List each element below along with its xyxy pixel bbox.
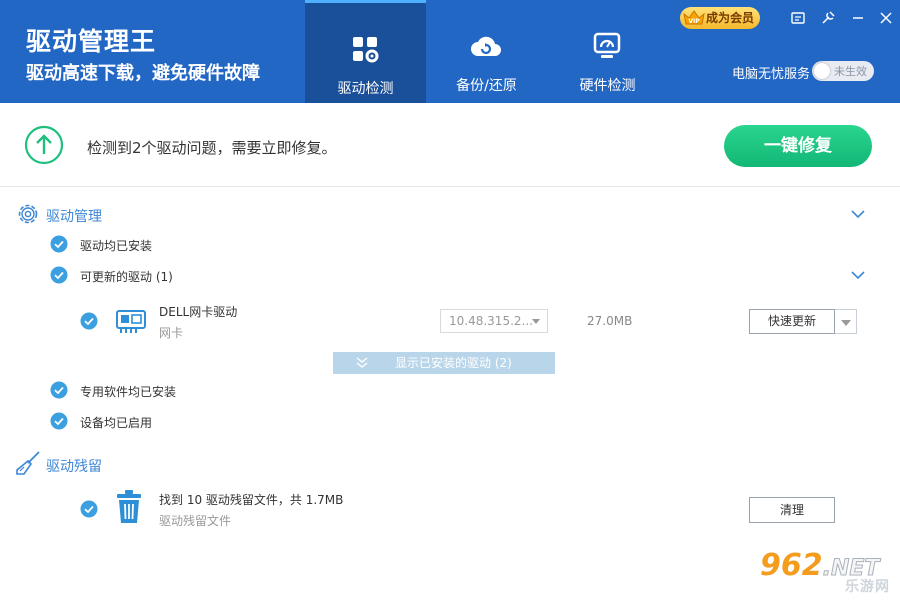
cloud-sync-icon xyxy=(471,36,501,56)
vip-badge-text: VIP xyxy=(688,18,700,25)
status-bar: 检测到2个驱动问题，需要立即修复。 一键修复 xyxy=(0,103,900,187)
vip-crown-icon: VIP xyxy=(683,10,705,25)
monitor-gauge-icon xyxy=(593,32,621,58)
watermark-sub: 乐游网 xyxy=(845,579,890,595)
chevron-down-icon[interactable] xyxy=(850,209,866,219)
devices-enabled-label: 设备均已启用 xyxy=(80,416,153,430)
vip-label: 成为会员 xyxy=(706,11,755,25)
double-chevron-down-icon xyxy=(356,357,368,368)
toggle-knob xyxy=(814,63,830,79)
all-installed-label: 驱动均已安装 xyxy=(80,239,153,253)
tab-hardware-detect[interactable]: 硬件检测 xyxy=(547,0,668,103)
check-icon xyxy=(50,235,68,253)
driver-select-checkbox[interactable] xyxy=(80,312,98,330)
check-icon xyxy=(50,412,68,430)
one-click-fix-button[interactable]: 一键修复 xyxy=(724,125,872,167)
residue-summary: 找到 10 驱动残留文件，共 1.7MB xyxy=(159,493,344,507)
watermark-digits: 962 xyxy=(760,548,823,583)
residue-select-checkbox[interactable] xyxy=(80,500,98,518)
section-title-residue: 驱动残留 xyxy=(46,459,102,475)
updatable-label: 可更新的驱动 (1) xyxy=(80,270,173,284)
watermark-logo: 962.NET 乐游网 xyxy=(760,548,896,595)
update-options-dropdown[interactable] xyxy=(835,309,857,334)
status-message: 检测到2个驱动问题，需要立即修复。 xyxy=(87,139,337,157)
special-software-label: 专用软件均已安装 xyxy=(80,385,177,399)
driver-type: 网卡 xyxy=(159,326,184,340)
app-subtitle: 驱动高速下载，避免硬件故障 xyxy=(26,63,260,84)
skin-icon[interactable] xyxy=(820,10,836,26)
check-icon xyxy=(50,266,68,284)
driver-name: DELL网卡驱动 xyxy=(159,305,238,319)
close-icon[interactable] xyxy=(878,10,894,26)
quick-update-button[interactable]: 快速更新 xyxy=(749,309,835,334)
minimize-icon[interactable] xyxy=(850,10,866,26)
dropdown-arrow-icon xyxy=(841,320,851,326)
vip-button[interactable]: VIP 成为会员 xyxy=(680,7,760,29)
app-title: 驱动管理王 xyxy=(26,27,157,56)
driver-size: 27.0MB xyxy=(587,314,633,328)
tab-label: 备份/还原 xyxy=(456,78,517,94)
version-value: 10.48.315.2... xyxy=(449,314,533,328)
check-icon xyxy=(50,381,68,399)
broom-icon xyxy=(16,451,40,475)
service-toggle[interactable]: 未生效 xyxy=(812,61,874,81)
dropdown-arrow-icon xyxy=(532,319,540,324)
tab-driver-detect[interactable]: 驱动检测 xyxy=(305,0,426,103)
chevron-down-icon[interactable] xyxy=(850,270,866,280)
trash-icon xyxy=(117,490,141,523)
version-select[interactable]: 10.48.315.2... xyxy=(440,309,548,333)
toggle-text: 未生效 xyxy=(834,65,867,78)
clean-button[interactable]: 清理 xyxy=(749,497,835,523)
gear-icon xyxy=(18,204,38,224)
tab-label: 驱动检测 xyxy=(337,81,394,97)
arrow-up-circle-icon xyxy=(24,125,64,165)
residue-subtitle: 驱动残留文件 xyxy=(159,514,232,528)
message-icon[interactable] xyxy=(790,10,806,26)
grid-gear-icon xyxy=(353,37,379,63)
tab-label: 硬件检测 xyxy=(579,78,636,94)
show-installed-drivers-button[interactable]: 显示已安装的驱动 (2) xyxy=(333,352,555,374)
service-label: 电脑无忧服务 xyxy=(732,67,811,82)
network-card-icon xyxy=(116,310,146,333)
section-title-driver-manage: 驱动管理 xyxy=(46,209,102,225)
tab-backup-restore[interactable]: 备份/还原 xyxy=(426,0,547,103)
title-bar: 驱动管理王 驱动高速下载，避免硬件故障 驱动检测 备份/还原 硬件检测 VIP … xyxy=(0,0,900,103)
show-installed-label: 显示已安装的驱动 (2) xyxy=(395,356,512,370)
